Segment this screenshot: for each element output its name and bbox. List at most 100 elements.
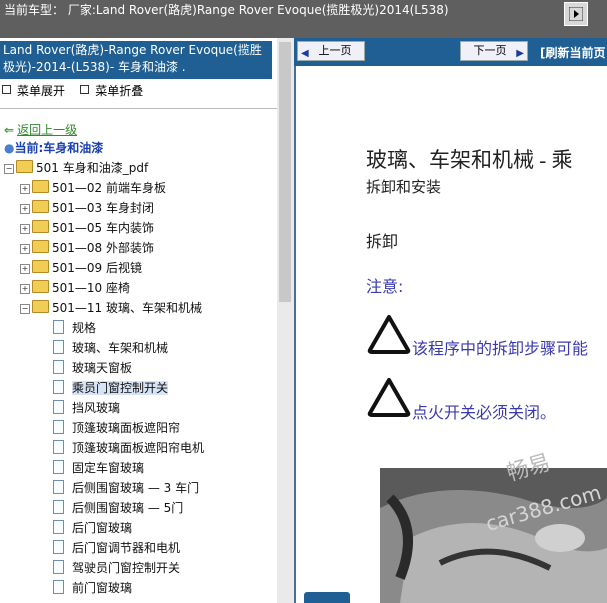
tree-item-label: 固定车窗玻璃 bbox=[72, 461, 145, 475]
tree-item-label: 玻璃天窗板 bbox=[72, 361, 133, 375]
tree-item-label: 501—08 外部装饰 bbox=[52, 241, 154, 255]
tree-item-label: 前门窗玻璃 bbox=[72, 581, 133, 595]
collapse-icon[interactable]: − bbox=[20, 304, 30, 314]
tree-doc-item[interactable]: 前门窗玻璃 bbox=[53, 578, 132, 598]
left-border bbox=[294, 66, 296, 603]
tree-doc-item[interactable]: 固定车窗玻璃 bbox=[53, 458, 144, 478]
tree-item-label: 玻璃、车架和机械 bbox=[72, 341, 169, 355]
collapse-icon[interactable]: − bbox=[4, 164, 14, 174]
removal-heading: 拆卸 bbox=[366, 232, 399, 251]
next-arrow-button[interactable] bbox=[564, 2, 588, 26]
next-arrow-icon bbox=[569, 7, 583, 21]
tree-doc-item[interactable]: 后侧围窗玻璃 — 3 车门 bbox=[53, 478, 199, 498]
current-model-title: 当前车型： 厂家:Land Rover(路虎)Range Rover Evoqu… bbox=[4, 3, 449, 17]
tree-folder-item[interactable]: +501—08 外部装饰 bbox=[20, 238, 154, 258]
tree-doc-item[interactable]: 后门窗玻璃 bbox=[53, 518, 132, 538]
menu-expand-label: 菜单展开 bbox=[17, 84, 66, 98]
doc-heading: 玻璃、车架和机械 - 乘 bbox=[366, 148, 573, 172]
left-scrollbar[interactable] bbox=[277, 38, 294, 603]
document-icon bbox=[53, 420, 64, 434]
document-icon bbox=[53, 460, 64, 474]
divider bbox=[0, 108, 277, 109]
tree-item-label: 挡风玻璃 bbox=[72, 401, 121, 415]
folder-icon bbox=[32, 300, 49, 313]
prev-page-button[interactable]: ◀ 上一页 bbox=[297, 41, 365, 61]
tree-item-label: 后侧围窗玻璃 — 5门 bbox=[72, 501, 184, 515]
tree-item-label: 501—02 前端车身板 bbox=[52, 181, 166, 195]
prev-triangle-icon: ◀ bbox=[301, 48, 309, 59]
folder-icon bbox=[32, 220, 49, 233]
tree-folder-item[interactable]: +501—09 后视镜 bbox=[20, 258, 142, 278]
next-page-button[interactable]: 下一页 ▶ bbox=[460, 41, 528, 61]
scrollbar-thumb[interactable] bbox=[279, 42, 291, 302]
doc-subheading: 拆卸和安装 bbox=[366, 178, 442, 196]
document-panel: ◀ 上一页 下一页 ▶ [刷新当前页 玻璃、车架和机械 - 乘 拆卸和安装 拆卸… bbox=[294, 38, 607, 603]
document-icon bbox=[53, 540, 64, 554]
bottom-button[interactable] bbox=[304, 592, 350, 603]
document-icon bbox=[53, 520, 64, 534]
current-section: ●当前:车身和油漆 bbox=[4, 139, 103, 156]
document-icon bbox=[53, 560, 64, 574]
tree-item-label: 501—11 玻璃、车架和机械 bbox=[52, 301, 202, 315]
tree-item-label: 顶篷玻璃面板遮阳帘电机 bbox=[72, 441, 205, 455]
document-icon bbox=[53, 320, 64, 334]
back-link[interactable]: ⇐ 返回上一级 bbox=[4, 121, 77, 138]
warning-triangle-icon bbox=[367, 315, 411, 354]
tree-doc-item[interactable]: 顶篷玻璃面板遮阳帘 bbox=[53, 418, 180, 438]
document-icon bbox=[53, 400, 64, 414]
next-triangle-icon: ▶ bbox=[516, 48, 524, 59]
tree-doc-item[interactable]: 后侧围窗玻璃 — 5门 bbox=[53, 498, 183, 518]
tree-item-label: 后侧围窗玻璃 — 3 车门 bbox=[72, 481, 200, 495]
tree-folder-item[interactable]: +501—10 座椅 bbox=[20, 278, 130, 298]
note-label: 注意: bbox=[366, 277, 404, 296]
tree-item-label: 顶篷玻璃面板遮阳帘 bbox=[72, 421, 181, 435]
expand-icon[interactable]: + bbox=[20, 264, 30, 274]
warning-text-1: 该程序中的拆卸步骤可能 bbox=[412, 339, 589, 358]
tree-item-label: 501—03 车身封闭 bbox=[52, 201, 154, 215]
tree-doc-item[interactable]: 玻璃天窗板 bbox=[53, 358, 132, 378]
expand-icon[interactable]: + bbox=[20, 184, 30, 194]
refresh-page-link[interactable]: [刷新当前页 bbox=[540, 44, 606, 61]
menu-controls: 菜单展开 菜单折叠 bbox=[2, 82, 143, 99]
tree-doc-item[interactable]: 后门窗调节器和电机 bbox=[53, 538, 180, 558]
expand-icon[interactable]: + bbox=[20, 284, 30, 294]
document-icon bbox=[53, 360, 64, 374]
tree-folder-item[interactable]: − 501 车身和油漆_pdf bbox=[4, 158, 148, 178]
expand-icon[interactable]: + bbox=[20, 244, 30, 254]
current-label: 当前:车身和油漆 bbox=[14, 141, 104, 155]
menu-collapse-label: 菜单折叠 bbox=[95, 84, 144, 98]
tree-item-label: 乘员门窗控制开关 bbox=[72, 381, 169, 395]
doc-navbar: ◀ 上一页 下一页 ▶ [刷新当前页 bbox=[294, 38, 607, 66]
expand-icon[interactable]: + bbox=[20, 204, 30, 214]
tree-folder-item[interactable]: − 501—11 玻璃、车架和机械 bbox=[20, 298, 202, 318]
tree-doc-item[interactable]: 规格 bbox=[53, 318, 96, 338]
document-icon bbox=[53, 340, 64, 354]
folder-icon bbox=[32, 240, 49, 253]
expand-icon[interactable]: + bbox=[20, 224, 30, 234]
tree-doc-item[interactable]: 玻璃、车架和机械 bbox=[53, 338, 168, 358]
tree-item-label: 501—10 座椅 bbox=[52, 281, 130, 295]
location-pin-icon: ● bbox=[4, 141, 15, 155]
tree-item-label: 后门窗调节器和电机 bbox=[72, 541, 181, 555]
tree-doc-item[interactable]: 顶篷玻璃面板遮阳帘电机 bbox=[53, 438, 204, 458]
tree-folder-item[interactable]: +501—03 车身封闭 bbox=[20, 198, 154, 218]
warning-triangle-icon bbox=[367, 378, 411, 417]
tree-doc-item[interactable]: 驾驶员门窗控制开关 bbox=[53, 558, 180, 578]
tree-doc-item[interactable]: 乘员门窗控制开关 bbox=[53, 378, 169, 398]
menu-expand-button[interactable]: 菜单展开 bbox=[2, 84, 65, 98]
folder-icon bbox=[16, 160, 33, 173]
tree-folder-item[interactable]: +501—05 车内装饰 bbox=[20, 218, 154, 238]
tree-folder-item[interactable]: +501—02 前端车身板 bbox=[20, 178, 166, 198]
top-bar: 当前车型： 厂家:Land Rover(路虎)Range Rover Evoqu… bbox=[0, 0, 607, 38]
warning-text-2: 点火开关必须关闭。 bbox=[412, 403, 557, 422]
folder-icon bbox=[32, 260, 49, 273]
tree-item-label: 501 车身和油漆_pdf bbox=[36, 161, 149, 175]
menu-collapse-button[interactable]: 菜单折叠 bbox=[80, 84, 143, 98]
tree-doc-item[interactable]: 挡风玻璃 bbox=[53, 398, 120, 418]
tree-item-label: 后门窗玻璃 bbox=[72, 521, 133, 535]
tree-item-label: 驾驶员门窗控制开关 bbox=[72, 561, 181, 575]
folder-icon bbox=[32, 280, 49, 293]
back-label: 返回上一级 bbox=[17, 123, 78, 137]
next-page-label: 下一页 bbox=[473, 44, 507, 57]
vehicle-header: Land Rover(路虎)-Range Rover Evoque(揽胜极光)-… bbox=[0, 41, 272, 79]
